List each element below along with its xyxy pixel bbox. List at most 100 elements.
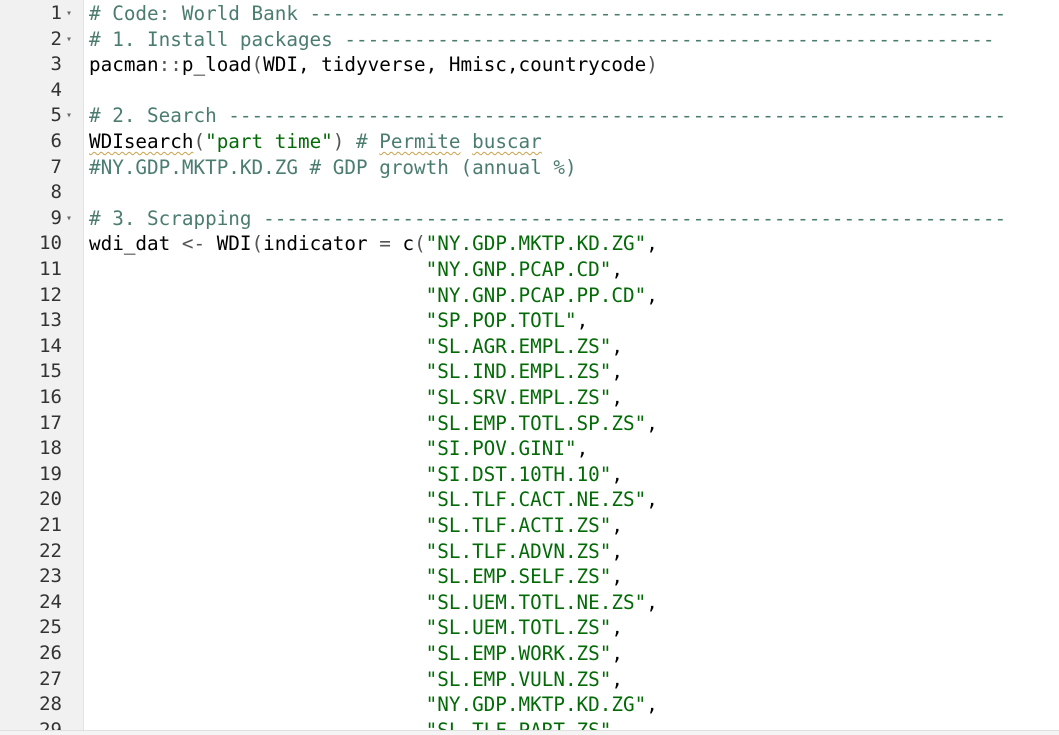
code-token: , — [611, 360, 623, 384]
code-text: "SL.UEM.TOTL.NE.ZS", — [89, 590, 658, 616]
code-line[interactable]: 1 ▾ # Code: World Bank -------------------… — [0, 1, 1059, 27]
fold-toggle-icon[interactable]: ▾ — [66, 103, 72, 129]
line-number: 15 — [39, 360, 62, 383]
code-line[interactable]: 13 "SP.POP.TOTL", — [0, 308, 1059, 334]
code-token: indicator — [263, 232, 380, 256]
code-token: "SL.EMP.WORK.ZS" — [425, 642, 612, 665]
code-token: , — [646, 232, 658, 256]
code-line[interactable]: 20 "SL.TLF.CACT.NE.ZS", — [0, 487, 1059, 513]
code-text: "SI.DST.10TH.10", — [89, 462, 623, 488]
code-token: WDI — [205, 232, 252, 256]
code-area[interactable]: 1 ▾ # Code: World Bank -------------------… — [0, 0, 1059, 735]
code-token: "SL.IND.EMPL.ZS" — [425, 360, 612, 384]
code-line[interactable]: 22 "SL.TLF.ADVN.ZS", — [0, 539, 1059, 565]
code-text: "SL.EMP.VULN.ZS", — [89, 667, 623, 693]
code-line[interactable]: 19 "SI.DST.10TH.10", — [0, 462, 1059, 488]
code-token: WDIsearch — [89, 130, 194, 153]
code-token: ( — [193, 130, 206, 153]
code-token: ) — [646, 53, 658, 77]
code-text: "SL.TLF.ADVN.ZS", — [89, 539, 623, 565]
code-token: , — [611, 667, 623, 691]
code-editor[interactable]: 1 ▾ # Code: World Bank -------------------… — [0, 0, 1059, 735]
code-token: , — [611, 539, 623, 563]
code-token: p_load — [181, 53, 252, 77]
code-token: , — [611, 565, 623, 589]
code-line[interactable]: 8 — [0, 180, 1059, 206]
code-line[interactable]: 16 "SL.SRV.EMPL.ZS", — [0, 385, 1059, 411]
code-token: = — [379, 232, 391, 256]
line-number: 14 — [39, 334, 62, 357]
line-number: 11 — [39, 258, 62, 280]
line-number: 28 — [39, 693, 62, 716]
code-token: , — [611, 386, 623, 409]
code-line[interactable]: 28 "NY.GDP.MKTP.KD.ZG", — [0, 692, 1059, 718]
code-text: #NY.GDP.MKTP.KD.ZG # GDP growth (annual … — [89, 155, 577, 181]
line-number: 4 — [50, 78, 62, 101]
fold-toggle-icon[interactable]: ▾ — [66, 27, 72, 53]
fold-toggle-icon[interactable]: ▾ — [66, 1, 72, 27]
code-token: "SI.POV.GINI" — [425, 437, 577, 461]
code-token: "SL.AGR.EMPL.ZS" — [425, 334, 612, 358]
line-number: 2 — [50, 27, 62, 50]
code-line[interactable]: 25 "SL.UEM.TOTL.ZS", — [0, 615, 1059, 641]
line-number: 1 — [50, 2, 62, 24]
line-number: 3 — [50, 53, 62, 76]
line-number: 12 — [39, 283, 62, 306]
code-line[interactable]: 5 ▾ # 2. Search --------------------------… — [0, 103, 1059, 129]
code-text: # Code: World Bank ---------------------… — [89, 1, 1006, 27]
line-number: 6 — [50, 130, 62, 152]
code-text: pacman::p_load(WDI, tidyverse, Hmisc,cou… — [89, 52, 658, 78]
code-text: # 3. Scrapping -------------------------… — [89, 206, 1006, 232]
horizontal-scrollbar[interactable] — [0, 730, 1059, 735]
code-line[interactable]: 12 "NY.GNP.PCAP.PP.CD", — [0, 283, 1059, 309]
code-text: # 1. Install packages ------------------… — [89, 27, 994, 53]
code-token: "SL.TLF.ADVN.ZS" — [425, 539, 612, 563]
code-line[interactable]: 15 "SL.IND.EMPL.ZS", — [0, 359, 1059, 385]
code-text: "SL.EMP.SELF.ZS", — [89, 564, 623, 590]
code-token: "NY.GNP.PCAP.CD" — [425, 258, 612, 281]
code-token: # 2. Search ----------------------------… — [89, 104, 1007, 128]
code-line[interactable]: 2 ▾ # 1. Install packages ----------------… — [0, 27, 1059, 53]
code-line[interactable]: 9 ▾ # 3. Scrapping -----------------------… — [0, 206, 1059, 232]
code-line[interactable]: 26 "SL.EMP.WORK.ZS", — [0, 641, 1059, 667]
code-token: "NY.GDP.MKTP.KD.ZG" — [425, 232, 647, 256]
code-token: "SL.TLF.ACTI.ZS" — [425, 514, 612, 537]
code-line[interactable]: 10 wdi_dat <- WDI(indicator = c("NY.GDP.M… — [0, 231, 1059, 257]
line-number: 22 — [39, 539, 62, 562]
code-token: c — [390, 232, 415, 256]
code-token: ) — [332, 130, 345, 153]
code-line[interactable]: 4 — [0, 78, 1059, 104]
code-line[interactable]: 18 "SI.POV.GINI", — [0, 436, 1059, 462]
line-number: 25 — [39, 616, 62, 639]
code-line[interactable]: 7 #NY.GDP.MKTP.KD.ZG # GDP growth (annual… — [0, 155, 1059, 181]
line-number: 16 — [39, 386, 62, 408]
code-line[interactable]: 23 "SL.EMP.SELF.ZS", — [0, 564, 1059, 590]
code-token: "SL.UEM.TOTL.NE.ZS" — [425, 590, 647, 614]
code-line[interactable]: 17 "SL.EMP.TOTL.SP.ZS", — [0, 411, 1059, 437]
code-text: "SL.AGR.EMPL.ZS", — [89, 334, 623, 360]
code-token: "SL.UEM.TOTL.ZS" — [425, 616, 612, 640]
code-line[interactable]: 27 "SL.EMP.VULN.ZS", — [0, 667, 1059, 693]
code-token: "NY.GNP.PCAP.PP.CD" — [425, 283, 647, 307]
line-number: 21 — [39, 514, 62, 536]
code-token: # — [344, 130, 380, 153]
code-token: , — [646, 488, 658, 512]
code-token: , — [611, 642, 623, 665]
code-line[interactable]: 11 "NY.GNP.PCAP.CD", — [0, 257, 1059, 283]
code-line[interactable]: 6 WDIsearch("part time") # Permite buscar — [0, 129, 1059, 155]
code-token: <- — [181, 232, 206, 256]
code-line[interactable]: 24 "SL.UEM.TOTL.NE.ZS", — [0, 590, 1059, 616]
code-line[interactable]: 14 "SL.AGR.EMPL.ZS", — [0, 334, 1059, 360]
code-line[interactable]: 21 "SL.TLF.ACTI.ZS", — [0, 513, 1059, 539]
code-line[interactable]: 3 pacman::p_load(WDI, tidyverse, Hmisc,co… — [0, 52, 1059, 78]
code-token: , — [646, 693, 658, 717]
fold-toggle-icon[interactable]: ▾ — [66, 206, 72, 232]
code-token: "SI.DST.10TH.10" — [425, 462, 612, 486]
